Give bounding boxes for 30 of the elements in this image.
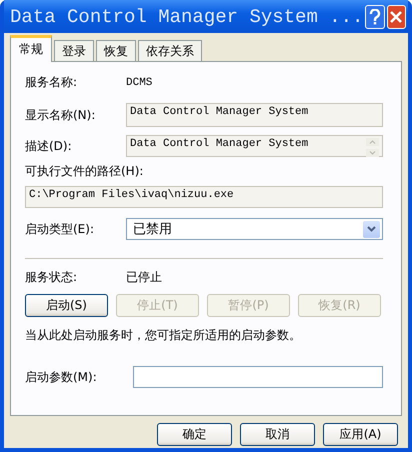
close-icon	[389, 10, 404, 24]
tab[interactable]: 依存关系	[138, 40, 202, 62]
field-label: 启动类型(E):	[25, 220, 95, 238]
service-button[interactable]: 启动(S)	[25, 294, 108, 317]
description-field[interactable]: Data Control Manager System	[126, 135, 383, 157]
scroll-up-icon[interactable]	[366, 138, 379, 146]
tab[interactable]: 恢复	[96, 40, 136, 62]
help-button[interactable]	[365, 4, 385, 28]
field-label: 描述(D):	[25, 138, 73, 154]
startup-type-dropdown[interactable]: 已禁用	[126, 218, 383, 240]
scroll-down-icon[interactable]	[366, 149, 379, 157]
service-status-value: 已停止	[126, 269, 162, 286]
dialog-button[interactable]: 确定	[157, 423, 232, 446]
display-name-field[interactable]: Data Control Manager System	[126, 103, 383, 127]
help-icon	[369, 8, 382, 24]
path-field[interactable]: C:\Program Files\ivaq\nizuu.exe	[25, 186, 383, 208]
dialog-button[interactable]: 取消	[240, 423, 315, 446]
window-title: Data Control Manager System ...	[10, 6, 364, 28]
tab[interactable]: 登录	[54, 40, 94, 62]
close-button[interactable]	[386, 4, 406, 28]
tab[interactable]: 常规	[10, 35, 52, 62]
dialog-button[interactable]: 应用(A)	[323, 423, 398, 446]
service-name-value: DCMS	[126, 76, 152, 88]
field-label: 显示名称(N):	[25, 106, 96, 124]
start-params-field[interactable]	[133, 366, 383, 388]
field-label: 服务状态:	[25, 269, 78, 286]
field-label: 服务名称:	[25, 74, 78, 91]
hint-text: 当从此处启动服务时，您可指定所适用的启动参数。	[25, 327, 302, 344]
field-label: 启动参数(M):	[25, 368, 98, 386]
field-label: 可执行文件的路径(H):	[25, 163, 144, 180]
